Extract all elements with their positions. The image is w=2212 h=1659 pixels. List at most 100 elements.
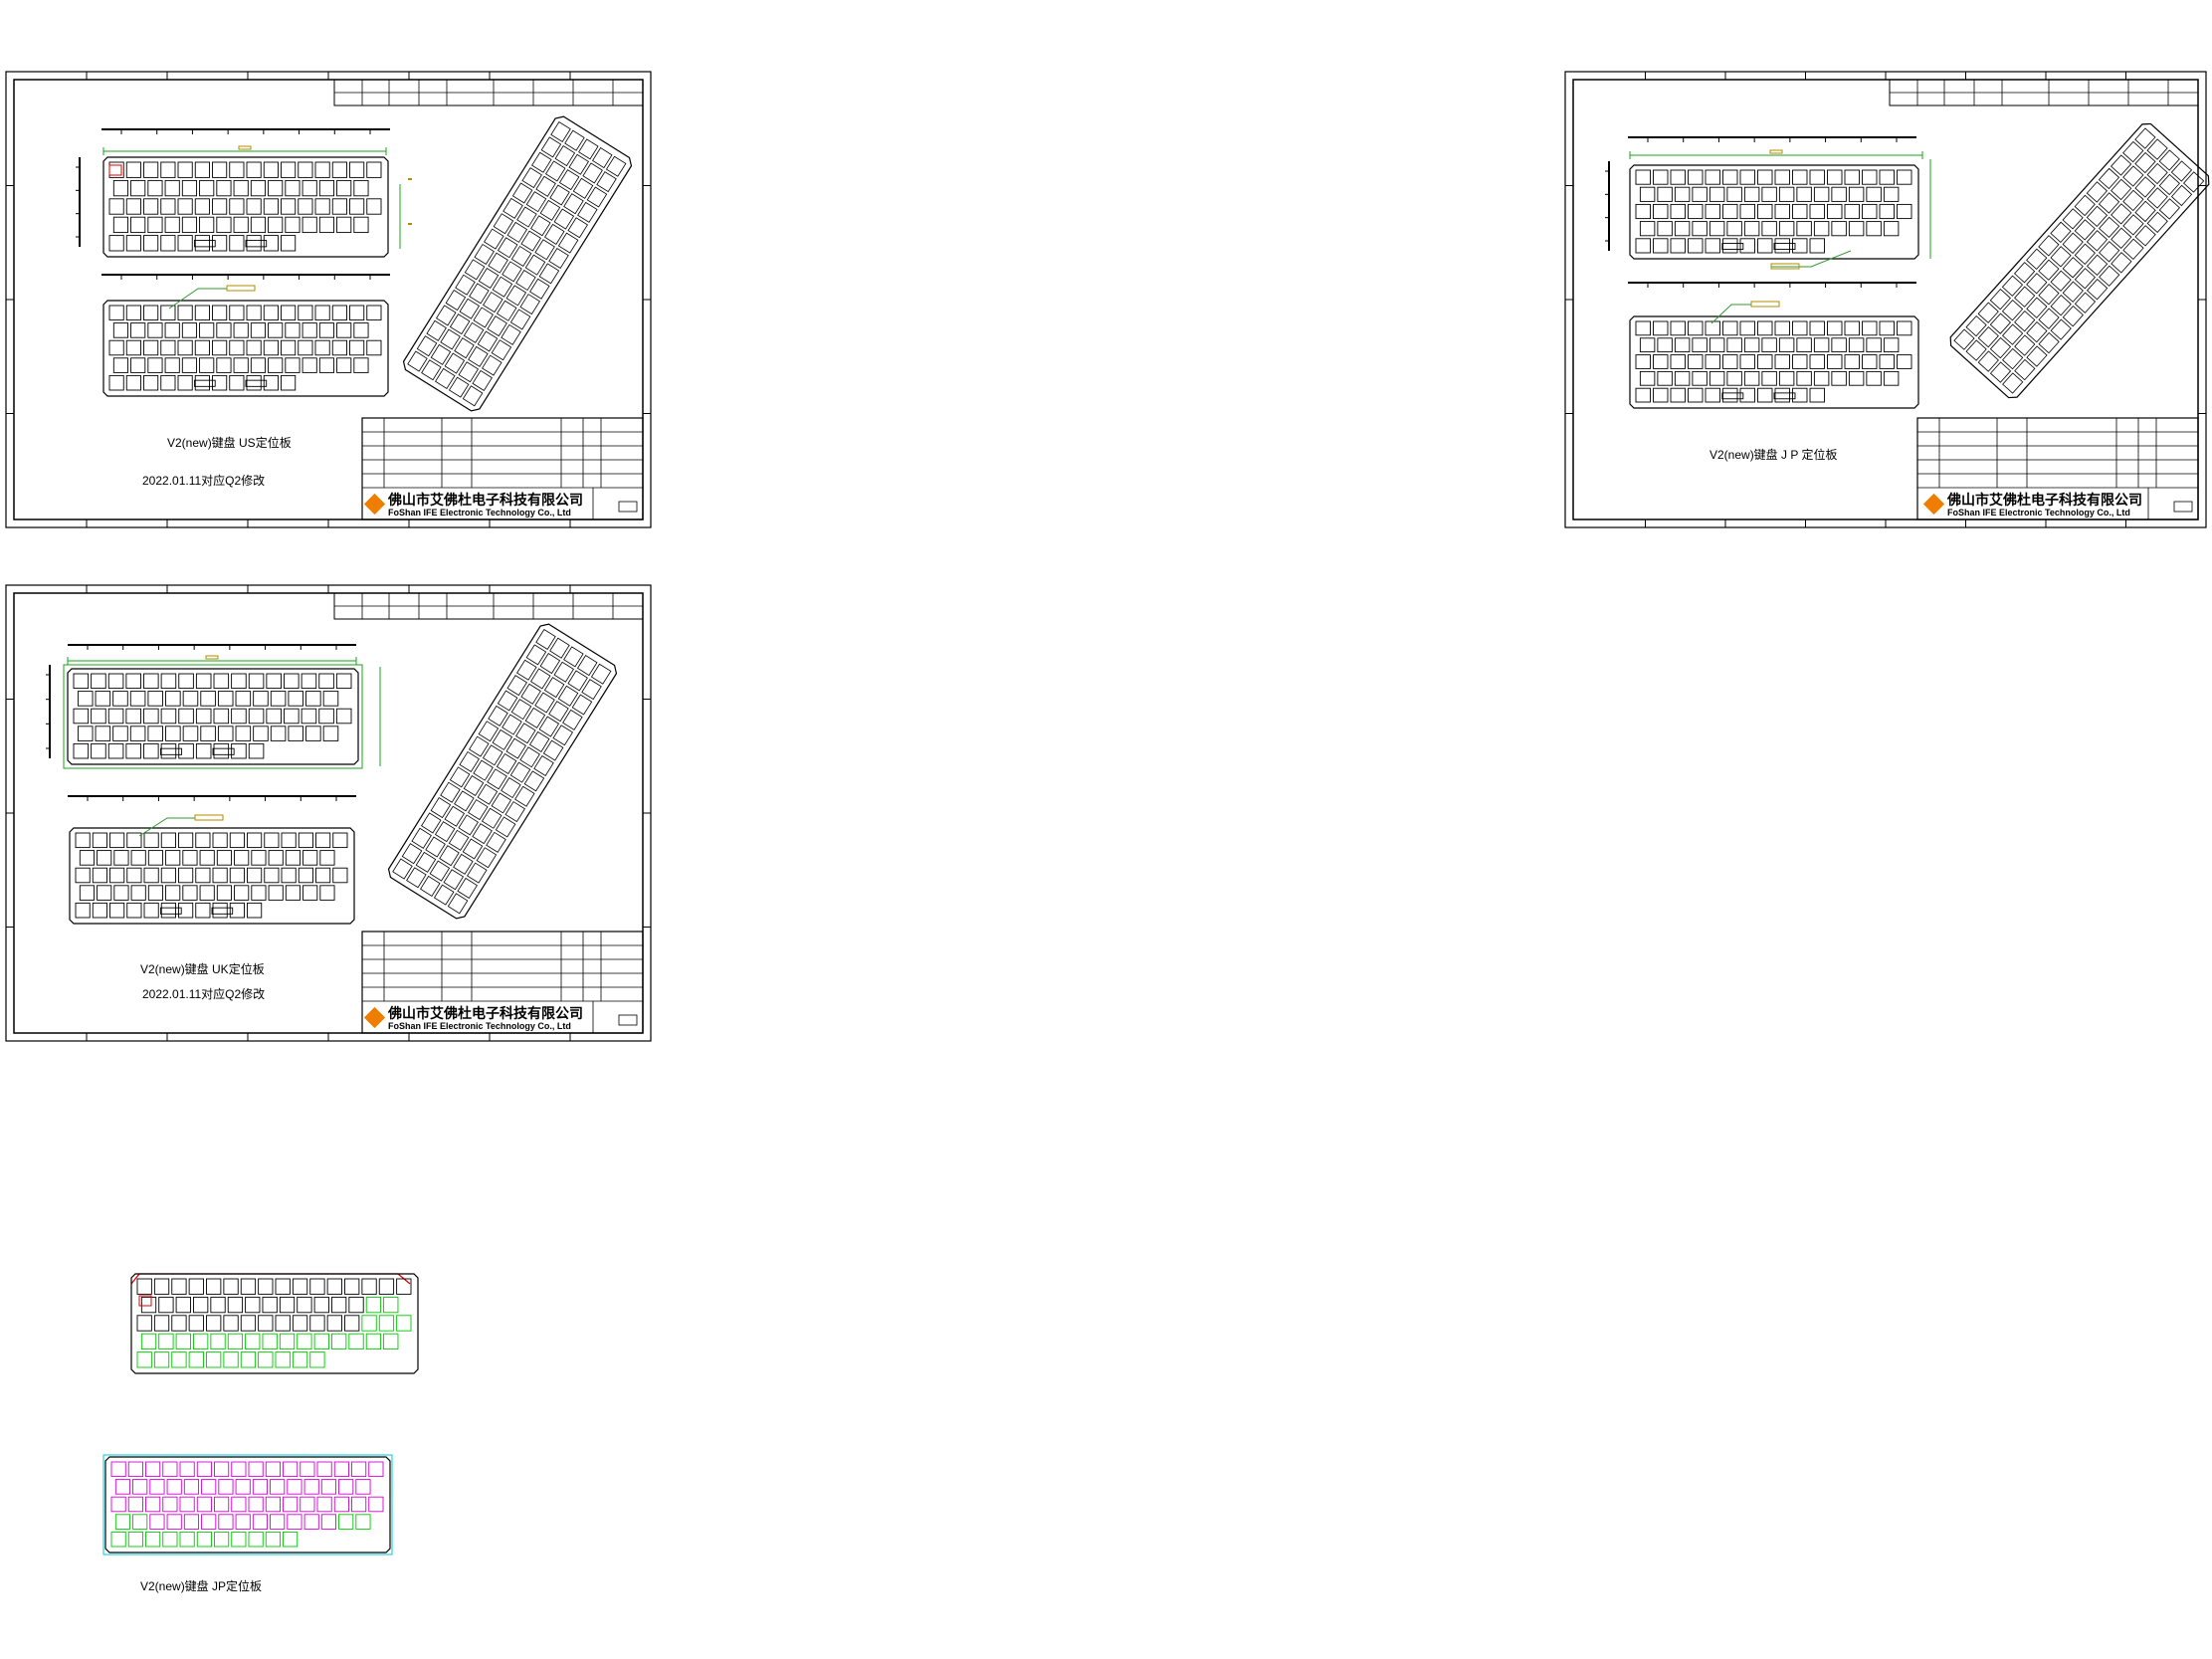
switch-cutout: [285, 357, 301, 373]
switch-cutout: [1761, 186, 1777, 202]
switch-cutout: [199, 357, 215, 373]
switch-cutout: [281, 198, 297, 215]
switch-cutout: [97, 850, 112, 866]
switch-cutout: [1739, 387, 1755, 403]
overlay-label: V2(new)键盘 JP定位板: [140, 1579, 263, 1593]
switch-cutout: [1722, 203, 1738, 220]
switch-cutout: [149, 1479, 165, 1495]
switch-cutout: [1827, 354, 1843, 369]
switch-cutout: [1670, 238, 1686, 254]
switch-cutout: [1866, 370, 1882, 386]
switch-cutout: [212, 198, 228, 215]
switch-cutout: [250, 179, 267, 197]
switch-cutout: [335, 708, 352, 725]
switch-cutout: [112, 357, 129, 373]
switch-cutout: [335, 673, 352, 690]
company-name-cn: 佛山市艾佛杜电子科技有限公司: [388, 492, 583, 508]
switch-cutout: [314, 198, 330, 215]
sheet-jp-label: V2(new)键盘 J P 定位板: [1709, 448, 1838, 462]
switch-cutout: [235, 726, 252, 741]
switch-cutout: [313, 1333, 329, 1350]
switch-cutout: [95, 726, 111, 741]
switch-cutout: [287, 1479, 302, 1495]
switch-cutout: [1809, 203, 1825, 220]
switch-cutout: [275, 1351, 291, 1368]
sheet-uk-label: V2(new)键盘 UK定位板: [140, 962, 265, 976]
switch-cutout: [1709, 221, 1725, 237]
switch-cutout: [153, 1315, 170, 1332]
switch-cutout: [318, 708, 334, 725]
switch-cutout: [97, 885, 112, 901]
switch-cutout: [298, 339, 313, 356]
switch-cutout: [1657, 370, 1673, 386]
stabilizer-cutout: [1773, 243, 1796, 250]
switch-cutout: [298, 832, 313, 849]
switch-cutout: [108, 198, 124, 215]
switch-cutout: [265, 1496, 281, 1513]
switch-cutout: [231, 708, 247, 725]
switch-cutout: [125, 235, 141, 252]
switch-cutout: [1653, 203, 1669, 220]
switch-cutout: [107, 708, 124, 725]
switch-cutout: [268, 885, 284, 901]
switch-cutout: [231, 673, 247, 690]
switch-cutout: [348, 1333, 364, 1350]
switch-cutout: [300, 1461, 315, 1478]
switch-cutout: [160, 832, 176, 849]
switch-cutout: [73, 742, 90, 759]
switch-cutout: [1692, 186, 1708, 202]
switch-cutout: [235, 1479, 251, 1495]
switch-cutout: [95, 691, 111, 707]
switch-cutout: [1809, 354, 1825, 369]
switch-cutout: [216, 322, 232, 338]
switch-cutout: [383, 1333, 399, 1350]
switch-cutout: [1844, 203, 1860, 220]
switch-cutout: [125, 374, 141, 391]
switch-cutout: [79, 850, 96, 866]
switch-cutout: [233, 216, 249, 234]
switch-cutout: [349, 161, 365, 178]
switch-cutout: [250, 216, 267, 234]
dimension-value-mark: [1769, 149, 1783, 154]
switch-cutout: [281, 867, 297, 884]
switch-cutout: [319, 885, 335, 901]
switch-cutout: [175, 1333, 191, 1350]
switch-cutout: [153, 1278, 170, 1295]
switch-cutout: [213, 742, 230, 759]
switch-cutout: [177, 374, 193, 391]
switch-cutout: [1809, 169, 1825, 185]
switch-cutout: [349, 339, 365, 356]
switch-cutout: [147, 850, 164, 866]
switch-cutout: [196, 1461, 212, 1478]
switch-cutout: [1792, 169, 1808, 185]
switch-cutout: [229, 374, 245, 391]
switch-cutout: [1705, 354, 1720, 369]
switch-cutout: [113, 850, 129, 866]
switch-cutout: [287, 1514, 302, 1530]
switch-cutout: [246, 305, 262, 321]
switch-cutout: [112, 322, 129, 338]
switch-cutout: [130, 357, 146, 373]
switch-cutout: [216, 179, 232, 197]
switch-cutout: [218, 1479, 234, 1495]
switch-cutout: [1757, 203, 1773, 220]
switch-cutout: [153, 1351, 170, 1368]
switch-cutout: [177, 161, 193, 178]
switch-cutout: [1778, 221, 1795, 237]
switch-cutout: [349, 305, 365, 321]
switch-cutout: [206, 1351, 222, 1368]
switch-cutout: [265, 1531, 281, 1548]
switch-cutout: [1705, 169, 1720, 185]
switch-cutout: [1674, 337, 1691, 353]
sheet-us-plate: [5, 71, 652, 528]
switch-cutout: [188, 1315, 204, 1332]
switch-cutout: [1743, 370, 1760, 386]
plate-outline: [1949, 122, 2210, 399]
switch-cutout: [1653, 354, 1669, 369]
switch-cutout: [309, 1351, 325, 1368]
switch-cutout: [164, 179, 180, 197]
switch-cutout: [284, 708, 300, 725]
switch-cutout: [303, 1479, 319, 1495]
switch-cutout: [231, 1531, 247, 1548]
switch-cutout: [233, 357, 249, 373]
